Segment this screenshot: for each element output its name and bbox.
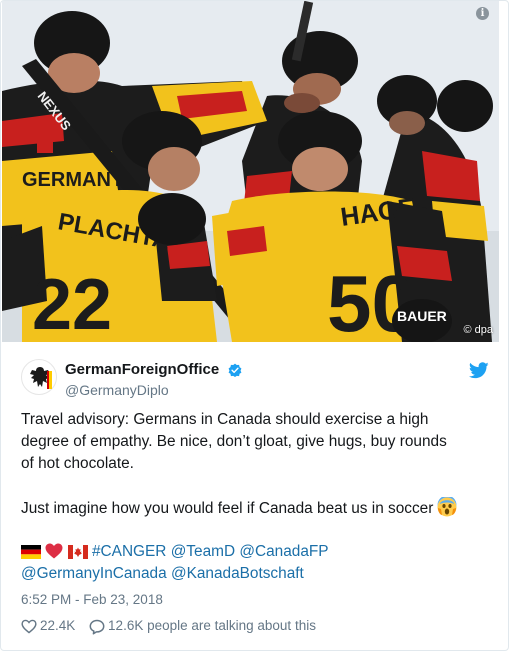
- reply-button[interactable]: 12.6K people are talking about this: [89, 618, 316, 635]
- verified-badge-icon: [228, 363, 242, 377]
- tweet-photo[interactable]: GERMANY NEXUS PLACHTA 22 HAGER 50 BAUER …: [2, 1, 499, 342]
- hockey-celebration-illustration: GERMANY NEXUS PLACHTA 22 HAGER 50 BAUER: [2, 1, 499, 342]
- mention-link[interactable]: @TeamD: [171, 543, 235, 560]
- hashtag-link[interactable]: #CANGER: [92, 543, 166, 560]
- like-button[interactable]: 22.4K: [21, 618, 85, 634]
- tweet-header: GermanForeignOffice @GermanyDiplo: [21, 359, 491, 399]
- photo-credit: © dpa: [463, 324, 493, 336]
- tweet-actions: 22.4K 12.6K people are talking about thi…: [21, 618, 316, 635]
- tweet-text-line: Travel advisory: Germans in Canada shoul…: [21, 411, 429, 428]
- tweet-body: GermanForeignOffice @GermanyDiplo Travel…: [1, 342, 508, 650]
- canada-flag-icon: [68, 545, 88, 559]
- eagle-crest-icon: [30, 367, 52, 389]
- speech-bubble-icon: [89, 619, 105, 635]
- like-count: 22.4K: [40, 618, 76, 634]
- tweet-tags: #CANGER @TeamD @CanadaFP @GermanyInCanad…: [21, 541, 491, 585]
- red-heart-icon: [45, 543, 63, 559]
- glove-brand: BAUER: [397, 308, 447, 324]
- talking-count: 12.6K people are talking about this: [108, 618, 316, 634]
- tags-line-1: #CANGER @TeamD @CanadaFP: [21, 541, 491, 563]
- info-icon[interactable]: i: [476, 7, 489, 20]
- display-name[interactable]: GermanForeignOffice: [65, 361, 219, 378]
- tweet-text-span: Just imagine how you would feel if Canad…: [21, 500, 434, 517]
- screaming-face-emoji: [437, 497, 457, 517]
- jersey-number-22: 22: [32, 265, 112, 342]
- timestamp[interactable]: 6:52 PM - Feb 23, 2018: [21, 592, 163, 607]
- mention-link[interactable]: @CanadaFP: [239, 543, 328, 560]
- handle[interactable]: @GermanyDiplo: [65, 382, 242, 398]
- tweet-text-line: Just imagine how you would feel if Canad…: [21, 497, 491, 520]
- germany-flag-icon: [21, 545, 41, 559]
- tags-line-2: @GermanyInCanada @KanadaBotschaft: [21, 563, 491, 585]
- tweet-card: GERMANY NEXUS PLACHTA 22 HAGER 50 BAUER …: [0, 0, 509, 651]
- tweet-text-line: degree of empathy. Be nice, don’t gloat,…: [21, 433, 447, 450]
- author-names[interactable]: GermanForeignOffice @GermanyDiplo: [65, 361, 242, 398]
- avatar[interactable]: [21, 359, 57, 395]
- twitter-bird-icon[interactable]: [469, 362, 489, 379]
- tweet-text: Travel advisory: Germans in Canada shoul…: [21, 409, 491, 520]
- mention-link[interactable]: @GermanyInCanada: [21, 565, 167, 582]
- heart-outline-icon: [21, 620, 37, 634]
- tweet-text-line: of hot chocolate.: [21, 455, 134, 472]
- mention-link[interactable]: @KanadaBotschaft: [171, 565, 304, 582]
